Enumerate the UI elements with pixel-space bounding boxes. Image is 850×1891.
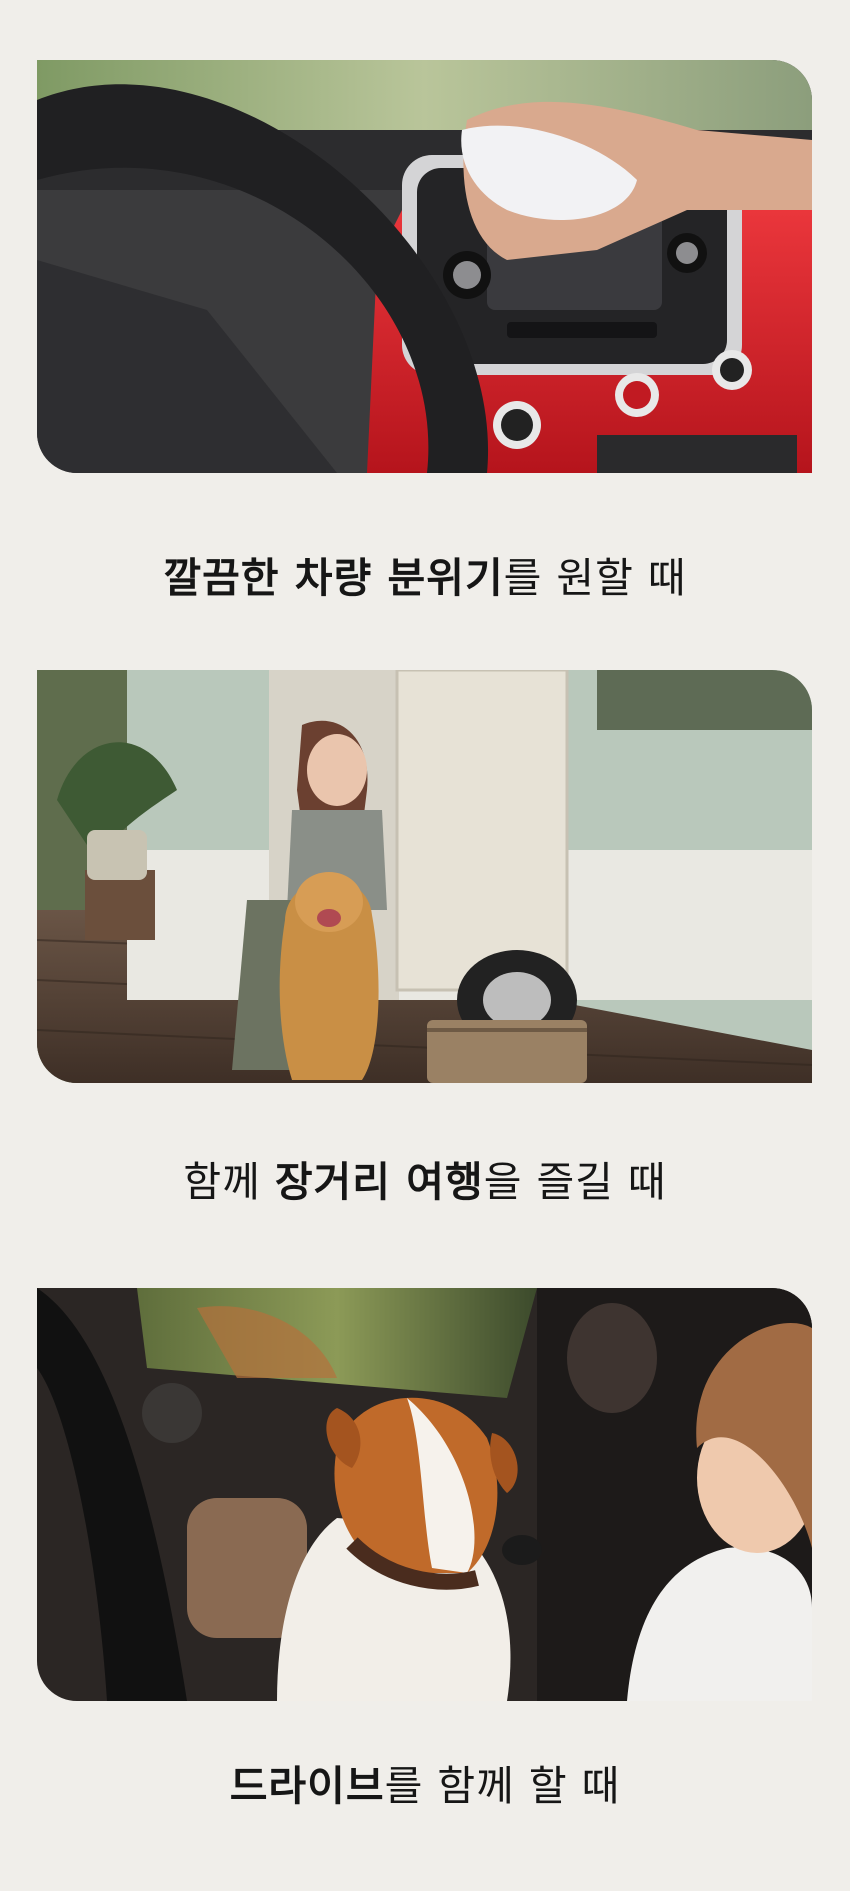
- caption-text: 를 함께 할 때: [384, 1762, 621, 1810]
- section-caption: 깔끔한 차량 분위기를 원할 때: [0, 544, 850, 604]
- car-dashboard-photo: [37, 60, 812, 473]
- caption-text: 을 즐길 때: [483, 1158, 667, 1206]
- drive-with-dog-photo: [37, 1288, 812, 1701]
- camper-trip-photo: [37, 670, 812, 1083]
- caption-emphasis: 장거리 여행: [274, 1158, 484, 1206]
- caption-emphasis: 깔끔한 차량 분위기: [163, 554, 504, 602]
- caption-emphasis: 드라이브: [229, 1762, 385, 1810]
- caption-text: 함께: [183, 1158, 275, 1206]
- section-caption: 드라이브를 함께 할 때: [0, 1752, 850, 1812]
- section-caption: 함께 장거리 여행을 즐길 때: [0, 1148, 850, 1208]
- caption-text: 를 원할 때: [503, 554, 687, 602]
